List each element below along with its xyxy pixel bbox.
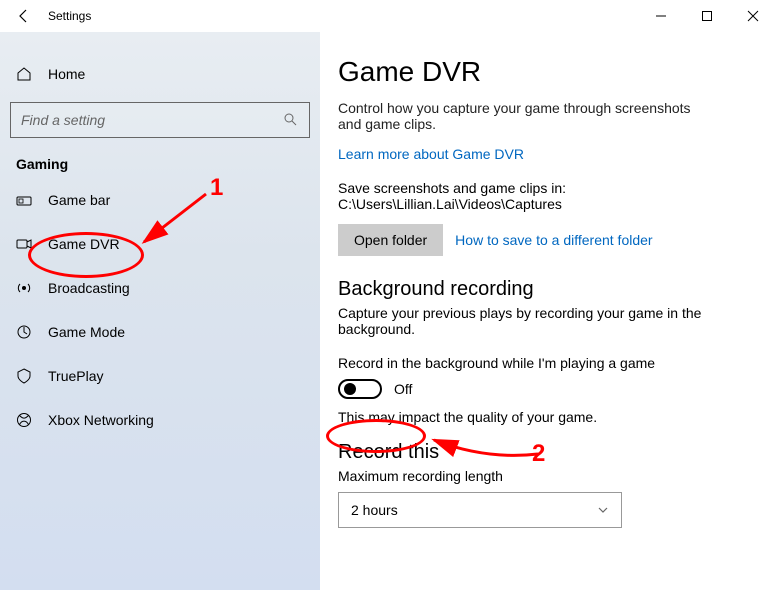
- record-toggle-label: Record in the background while I'm playi…: [338, 355, 766, 371]
- maximize-button[interactable]: [684, 0, 730, 32]
- learn-more-link[interactable]: Learn more about Game DVR: [338, 146, 524, 162]
- close-button[interactable]: [730, 0, 776, 32]
- sidebar-item-broadcasting[interactable]: Broadcasting: [6, 266, 314, 310]
- sidebar-item-xbox-networking[interactable]: Xbox Networking: [6, 398, 314, 442]
- back-button[interactable]: [8, 0, 40, 32]
- window-title: Settings: [48, 9, 91, 23]
- open-folder-button[interactable]: Open folder: [338, 224, 443, 256]
- sidebar-item-game-dvr[interactable]: Game DVR: [6, 222, 314, 266]
- search-input[interactable]: Find a setting: [10, 102, 310, 138]
- broadcasting-icon: [16, 280, 32, 296]
- main-content: Game DVR Control how you capture your ga…: [320, 32, 784, 590]
- sidebar-category: Gaming: [16, 156, 314, 172]
- quality-note: This may impact the quality of your game…: [338, 409, 766, 425]
- save-path-text: Save screenshots and game clips in: C:\U…: [338, 180, 728, 212]
- max-length-select[interactable]: 2 hours: [338, 492, 622, 528]
- sidebar-item-label: Game bar: [48, 192, 110, 208]
- sidebar-item-game-mode[interactable]: Game Mode: [6, 310, 314, 354]
- toggle-state-label: Off: [394, 381, 412, 397]
- sidebar-item-label: Game Mode: [48, 324, 125, 340]
- background-recording-title: Background recording: [338, 278, 766, 301]
- record-this-title: Record this: [338, 441, 766, 464]
- home-icon: [16, 66, 32, 82]
- sidebar: Home Find a setting Gaming Game bar Game…: [0, 32, 320, 590]
- sidebar-item-label: Game DVR: [48, 236, 120, 252]
- minimize-button[interactable]: [638, 0, 684, 32]
- search-icon: [283, 112, 299, 128]
- game-mode-icon: [16, 324, 32, 340]
- save-different-link[interactable]: How to save to a different folder: [455, 232, 652, 248]
- sidebar-item-label: TruePlay: [48, 368, 104, 384]
- search-placeholder: Find a setting: [21, 112, 105, 128]
- home-nav[interactable]: Home: [6, 54, 314, 94]
- max-length-label: Maximum recording length: [338, 468, 766, 484]
- chevron-down-icon: [597, 504, 609, 516]
- sidebar-item-trueplay[interactable]: TruePlay: [6, 354, 314, 398]
- game-bar-icon: [16, 192, 32, 208]
- xbox-networking-icon: [16, 412, 32, 428]
- page-description: Control how you capture your game throug…: [338, 100, 708, 132]
- trueplay-icon: [16, 368, 32, 384]
- page-title: Game DVR: [338, 56, 766, 88]
- sidebar-item-label: Xbox Networking: [48, 412, 154, 428]
- sidebar-item-game-bar[interactable]: Game bar: [6, 178, 314, 222]
- select-value: 2 hours: [351, 502, 398, 518]
- toggle-knob: [344, 383, 356, 395]
- background-recording-desc: Capture your previous plays by recording…: [338, 305, 718, 337]
- sidebar-item-label: Broadcasting: [48, 280, 130, 296]
- home-label: Home: [48, 66, 85, 82]
- game-dvr-icon: [16, 236, 32, 252]
- record-background-toggle[interactable]: [338, 379, 382, 399]
